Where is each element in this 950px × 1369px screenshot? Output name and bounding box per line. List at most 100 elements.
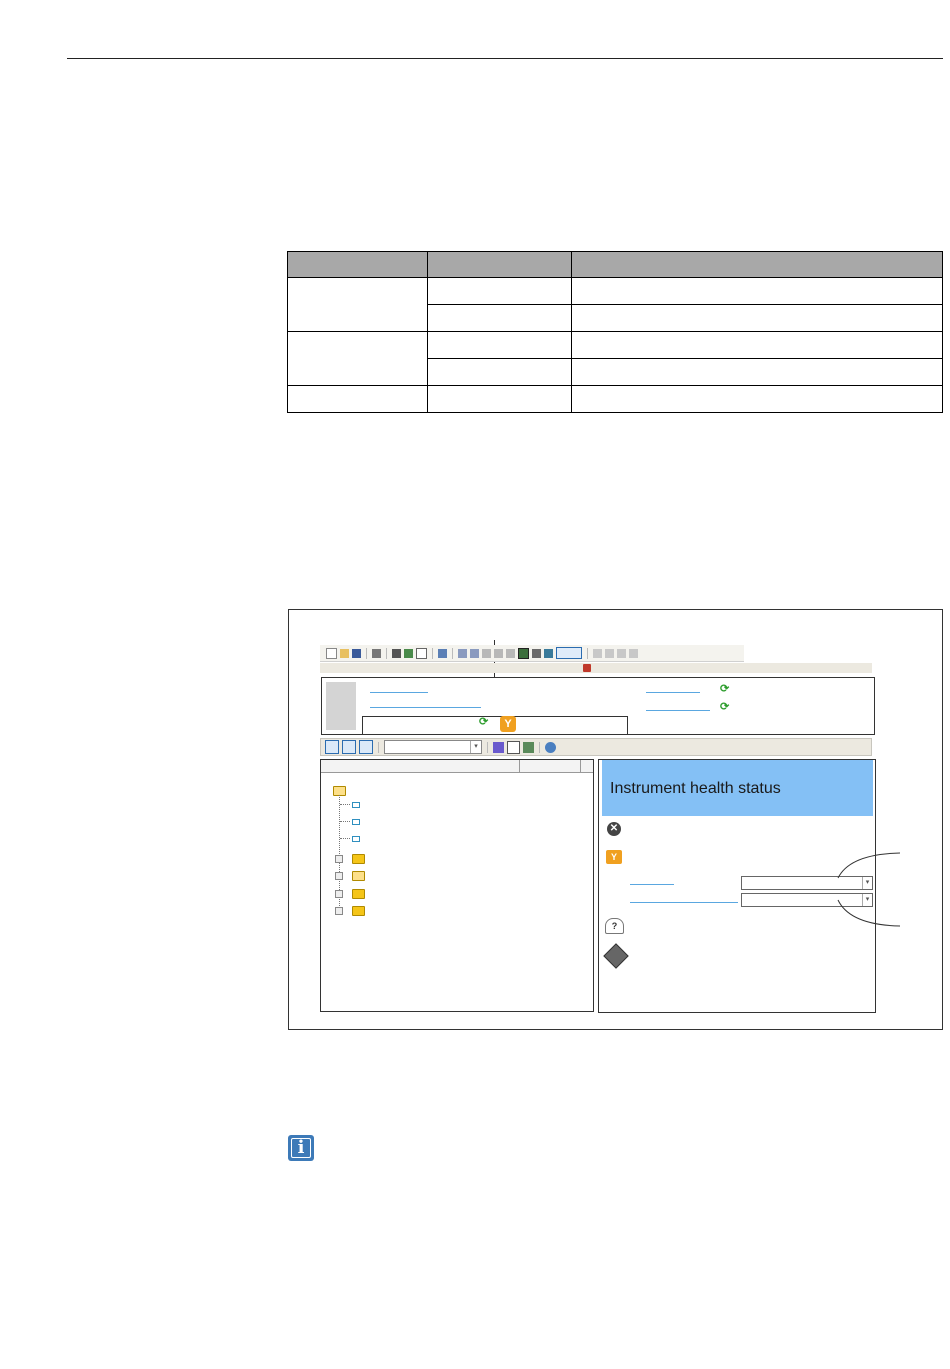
print-icon[interactable] <box>523 741 534 753</box>
tool-icon[interactable] <box>494 648 503 658</box>
expand-icon[interactable] <box>335 855 343 863</box>
table-cell <box>427 385 572 413</box>
maintenance-icon[interactable]: Y <box>606 850 622 864</box>
layout-split-icon[interactable] <box>342 740 356 754</box>
parameter-icon[interactable] <box>352 836 360 842</box>
view-toolbar: ▾ <box>320 738 872 756</box>
folder-icon[interactable] <box>352 906 365 916</box>
download-icon[interactable] <box>470 648 479 658</box>
toolbar-separator <box>366 647 367 659</box>
toolbar-separator <box>378 741 379 753</box>
refresh-icon[interactable]: ⟳ <box>720 702 731 713</box>
wizard-icon[interactable] <box>493 741 504 753</box>
offline-icon[interactable] <box>532 648 541 658</box>
header-rule <box>67 58 943 59</box>
edit-icon[interactable] <box>482 648 491 658</box>
refresh-icon[interactable]: ⟳ <box>720 684 731 695</box>
status-link[interactable] <box>630 902 738 903</box>
nav-icon[interactable] <box>629 648 638 658</box>
table-cell <box>287 331 428 386</box>
health-status-header: Instrument health status <box>602 760 873 816</box>
toolbar-separator <box>452 647 453 659</box>
device-name-link[interactable] <box>370 692 428 693</box>
table-cell <box>427 358 572 386</box>
table-icon[interactable] <box>438 648 447 658</box>
tree-line <box>340 804 350 805</box>
filter-icon[interactable] <box>556 647 582 659</box>
table-cell <box>427 277 572 305</box>
folder-icon[interactable] <box>352 854 365 864</box>
globe-icon[interactable] <box>545 741 556 753</box>
expand-icon[interactable] <box>335 890 343 898</box>
help-icon[interactable] <box>416 647 427 659</box>
value-link[interactable] <box>646 710 710 711</box>
document-tab-bar <box>320 663 872 673</box>
data-table <box>287 251 943 413</box>
print-icon[interactable] <box>372 648 381 658</box>
folder-open-icon[interactable] <box>352 871 365 881</box>
column-divider <box>580 760 581 772</box>
nav-icon[interactable] <box>593 648 602 658</box>
new-icon[interactable] <box>326 647 337 659</box>
device-tag-link[interactable] <box>370 707 481 708</box>
toolbar-separator <box>386 647 387 659</box>
toolbar-separator <box>487 741 488 753</box>
save-icon[interactable] <box>352 648 361 658</box>
value-link[interactable] <box>646 692 700 693</box>
out-of-spec-icon[interactable]: ? <box>605 918 624 934</box>
table-row <box>287 331 943 386</box>
parameter-icon[interactable] <box>352 819 360 825</box>
open-icon[interactable] <box>340 648 349 658</box>
tree-line <box>340 821 350 822</box>
folder-icon[interactable] <box>352 889 365 899</box>
table-cell <box>571 304 943 332</box>
table-cell <box>571 358 943 386</box>
close-icon[interactable] <box>583 664 591 672</box>
table-cell <box>427 304 572 332</box>
table-cell <box>571 331 943 359</box>
table-header-cell <box>571 251 943 278</box>
expand-icon[interactable] <box>335 872 343 880</box>
device-image <box>326 682 356 730</box>
export-icon[interactable] <box>506 648 515 658</box>
status-link[interactable] <box>630 884 674 885</box>
table-cell <box>287 385 428 413</box>
parameter-icon[interactable] <box>544 648 553 658</box>
chevron-down-icon: ▾ <box>470 741 481 753</box>
table-header-cell <box>287 251 428 278</box>
device-icon[interactable] <box>392 648 401 658</box>
maintenance-icon[interactable]: Y <box>500 716 516 732</box>
table-row <box>287 385 943 413</box>
table-cell <box>571 277 943 305</box>
column-divider <box>519 760 520 772</box>
table-cell <box>427 331 572 359</box>
connect-icon[interactable] <box>404 648 413 658</box>
navigation-tree <box>320 759 594 1012</box>
upload-icon[interactable] <box>458 648 467 658</box>
failure-icon[interactable]: ✕ <box>607 822 621 836</box>
toolbar-separator <box>539 741 540 753</box>
expand-icon[interactable] <box>335 907 343 915</box>
info-icon: i <box>288 1135 314 1161</box>
layout-left-icon[interactable] <box>325 740 339 754</box>
info-glyph: i <box>297 1137 305 1158</box>
toolbar-separator <box>432 647 433 659</box>
nav-icon[interactable] <box>605 648 614 658</box>
parameter-icon[interactable] <box>352 802 360 808</box>
nav-icon[interactable] <box>617 648 626 658</box>
callout-line <box>837 899 901 927</box>
layout-right-icon[interactable] <box>359 740 373 754</box>
table-row <box>287 277 943 332</box>
callout-line <box>837 852 901 879</box>
view-select[interactable]: ▾ <box>384 740 482 754</box>
online-icon[interactable] <box>518 647 529 659</box>
refresh-icon[interactable]: ⟳ <box>479 717 490 728</box>
tree-header <box>321 760 593 773</box>
table-header-row <box>287 251 943 278</box>
callout-lines <box>837 852 901 927</box>
document-icon[interactable] <box>507 740 520 754</box>
table-header-cell <box>427 251 572 278</box>
health-status-title: Instrument health status <box>610 780 781 797</box>
toolbar-separator <box>587 647 588 659</box>
table-cell <box>571 385 943 413</box>
